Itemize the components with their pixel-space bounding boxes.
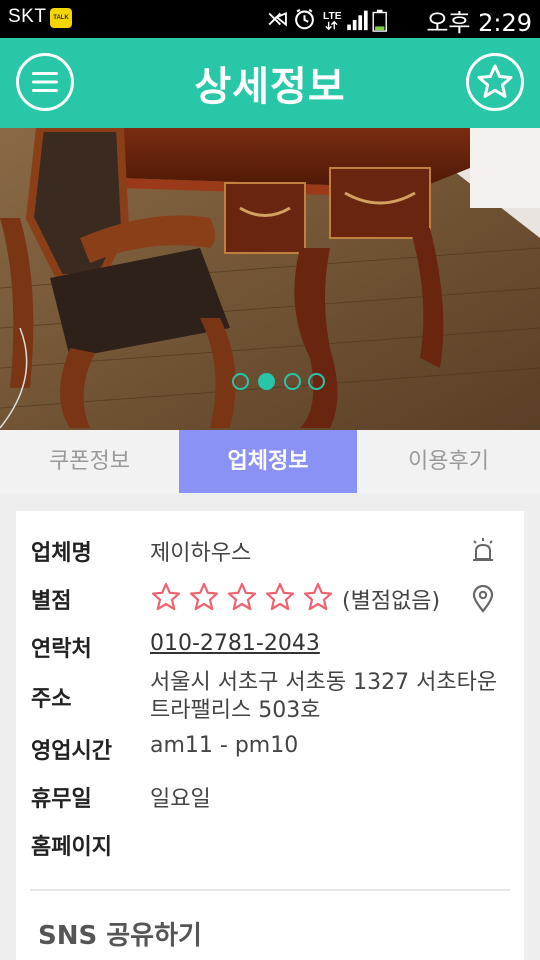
business-name-value: 제이하우스: [150, 541, 252, 566]
app-header: 상세정보: [0, 38, 540, 128]
holiday-value: 일요일: [150, 787, 211, 812]
star-empty-icon: [227, 582, 257, 611]
homepage-label: 홈페이지: [31, 835, 112, 860]
status-bar: SKT TALK LTE 오후 2:29: [0, 0, 540, 38]
favorite-button[interactable]: [466, 53, 524, 111]
holiday-label: 휴무일: [31, 787, 92, 812]
contact-label: 연락처: [31, 637, 92, 662]
status-icons: LTE: [268, 8, 387, 32]
tab-business-info[interactable]: 업체정보: [179, 430, 357, 493]
sns-share-title: SNS 공유하기: [38, 921, 202, 951]
carousel-dot[interactable]: [284, 373, 301, 390]
carousel-dot-active[interactable]: [258, 373, 275, 390]
siren-icon[interactable]: [470, 537, 496, 563]
page-title: 상세정보: [194, 64, 346, 110]
clock-time: 오후 2:29: [426, 9, 532, 37]
hours-label: 영업시간: [31, 739, 112, 764]
mute-icon: [268, 12, 287, 27]
address-value: 서울시 서초구 서초동 1327 서초타운 트라팰리스 503호: [150, 670, 498, 723]
star-empty-icon: [303, 582, 333, 611]
star-empty-icon: [189, 582, 219, 611]
star-empty-icon: [151, 582, 181, 611]
signal-icon: [347, 10, 368, 31]
rating-text: (별점없음): [342, 589, 441, 614]
address-label: 주소: [31, 687, 72, 712]
kakaotalk-icon: TALK: [50, 8, 72, 28]
alarm-icon: [295, 8, 314, 30]
carousel-dot[interactable]: [232, 373, 249, 390]
business-name-label: 업체명: [31, 541, 92, 566]
battery-icon: [372, 9, 387, 32]
carrier-label: SKT: [8, 6, 47, 27]
tab-coupon-info[interactable]: 쿠폰정보: [0, 430, 179, 493]
lte-icon: LTE: [323, 11, 342, 22]
business-info-card: 업체명 제이하우스 별점 (별점없음) 연락처 010-2781-2043 주소…: [16, 511, 524, 960]
rating-label: 별점: [31, 589, 72, 614]
star-empty-icon: [265, 582, 295, 611]
hours-value: am11 - pm10: [150, 733, 299, 758]
star-icon: [477, 64, 513, 98]
divider: [30, 889, 510, 891]
tab-bar: 쿠폰정보 업체정보 이용후기: [0, 430, 540, 493]
map-pin-icon[interactable]: [471, 585, 495, 613]
carousel-dot[interactable]: [308, 373, 325, 390]
phone-number-link[interactable]: 010-2781-2043: [150, 631, 320, 656]
tab-reviews[interactable]: 이용후기: [357, 430, 540, 493]
